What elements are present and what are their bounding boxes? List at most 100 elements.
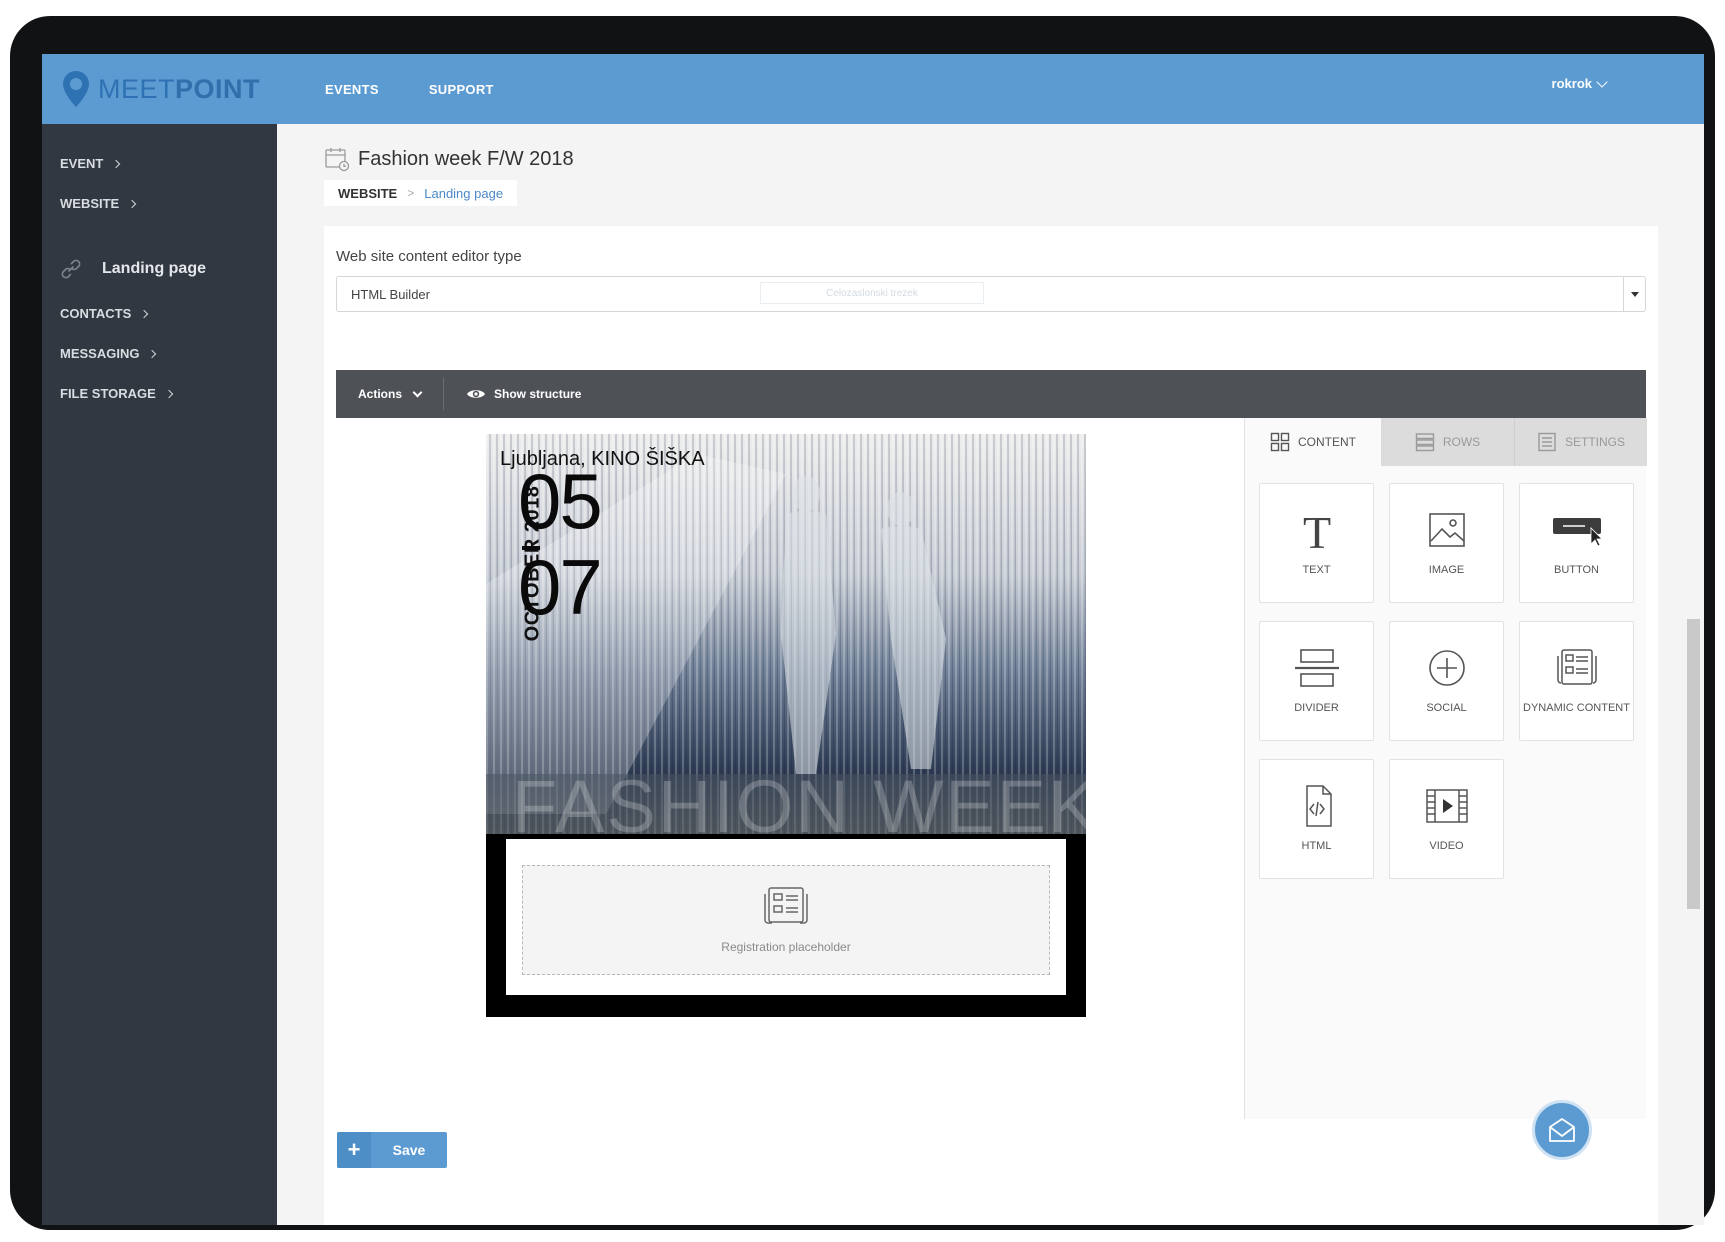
actions-label: Actions xyxy=(358,387,403,401)
dynamic-content-icon xyxy=(1556,649,1597,685)
chevron-right-icon xyxy=(112,159,121,168)
rows-icon xyxy=(1415,433,1435,452)
poster-block[interactable]: Ljubljana, KINO ŠIŠKA OCTOBER 2018 05 07… xyxy=(486,434,1086,1017)
chevron-right-icon xyxy=(140,309,149,318)
content-card: Web site content editor type HTML Builde… xyxy=(324,226,1658,1225)
block-button[interactable]: BUTTON xyxy=(1519,483,1634,603)
page-header: Fashion week F/W 2018 xyxy=(324,146,574,172)
html-file-icon xyxy=(1305,785,1332,827)
poster-overlay-text: FASHION WEEK xyxy=(512,765,1086,848)
image-icon xyxy=(1428,513,1465,547)
block-image[interactable]: IMAGE xyxy=(1389,483,1504,603)
tab-label: SETTINGS xyxy=(1564,435,1625,449)
save-button[interactable]: + Save xyxy=(337,1132,447,1168)
show-structure-button[interactable]: Show structure xyxy=(444,387,603,401)
sidebar-item-label: FILE STORAGE xyxy=(60,386,156,401)
chevron-right-icon xyxy=(127,199,137,208)
sidebar: EVENT WEBSITE Landing page CONTACTS MESS… xyxy=(42,124,277,1225)
brand-name: MEETPOINT xyxy=(98,73,261,104)
sidebar-item-label: MESSAGING xyxy=(60,346,140,361)
link-icon xyxy=(61,259,81,279)
sidebar-item-landing-page[interactable]: Landing page xyxy=(58,256,206,282)
device-frame: MEETPOINT EVENTS SUPPORT rokrok EVENT WE… xyxy=(10,16,1715,1230)
chevron-right-icon xyxy=(148,349,157,358)
social-plus-icon xyxy=(1428,650,1465,686)
poster-day-end: 07 xyxy=(518,543,603,631)
content-blocks-grid: T TEXT IMAGE BUTTON DIVIDER SOCIAL DYNAM… xyxy=(1259,483,1634,879)
user-menu[interactable]: rokrok xyxy=(1551,75,1608,91)
top-bar: MEETPOINT EVENTS SUPPORT rokrok xyxy=(42,54,1704,124)
block-social[interactable]: SOCIAL xyxy=(1389,621,1504,741)
panel-tabs: CONTENT ROWS SETTINGS xyxy=(1245,418,1647,466)
caret-down-icon xyxy=(1630,291,1639,297)
sidebar-item-event[interactable]: EVENT xyxy=(60,156,121,171)
sidebar-item-label: WEBSITE xyxy=(60,196,120,211)
ghost-label: Celozaslonski trezek xyxy=(760,282,984,304)
sidebar-item-file-storage[interactable]: FILE STORAGE xyxy=(60,386,174,401)
divider-icon xyxy=(1294,649,1339,687)
poster-day-start: 05 xyxy=(518,457,603,545)
breadcrumb: WEBSITE > Landing page xyxy=(324,180,518,206)
nav-events[interactable]: EVENTS xyxy=(325,82,379,97)
button-icon xyxy=(1552,518,1601,547)
tile-label: DIVIDER xyxy=(1294,702,1339,714)
registration-placeholder-text: Registration placeholder xyxy=(721,940,851,954)
tile-label: VIDEO xyxy=(1429,840,1464,852)
builder-canvas: Ljubljana, KINO ŠIŠKA OCTOBER 2018 05 07… xyxy=(336,418,1244,1134)
tile-label: BUTTON xyxy=(1553,564,1600,576)
eye-icon xyxy=(467,390,486,398)
page-scrollbar[interactable] xyxy=(1687,619,1700,909)
tile-label: HTML xyxy=(1301,840,1332,852)
tile-label: TEXT xyxy=(1302,564,1331,576)
tab-label: ROWS xyxy=(1442,435,1481,449)
dropdown-toggle[interactable] xyxy=(1623,277,1645,311)
tile-label: SOCIAL xyxy=(1426,702,1467,714)
editor-type-label: Web site content editor type xyxy=(336,248,522,265)
breadcrumb-landing-page[interactable]: Landing page xyxy=(424,186,503,201)
sidebar-item-label: Landing page xyxy=(102,260,206,277)
tab-settings[interactable]: SETTINGS xyxy=(1515,418,1647,466)
tab-rows[interactable]: ROWS xyxy=(1381,418,1515,466)
svg-text:T: T xyxy=(1302,507,1330,554)
save-label: Save xyxy=(392,1142,426,1158)
sidebar-item-website[interactable]: WEBSITE xyxy=(60,196,137,211)
chevron-down-icon xyxy=(412,387,423,397)
editor-type-select[interactable]: HTML Builder Celozaslonski trezek xyxy=(336,276,1646,312)
block-text[interactable]: T TEXT xyxy=(1259,483,1374,603)
sidebar-item-label: CONTACTS xyxy=(60,306,132,321)
block-video[interactable]: VIDEO xyxy=(1389,759,1504,879)
builder-toolbar: Actions Show structure xyxy=(336,370,1646,418)
dynamic-content-icon xyxy=(764,887,808,924)
breadcrumb-website[interactable]: WEBSITE xyxy=(338,186,397,201)
settings-list-icon xyxy=(1538,432,1556,452)
app-screen: MEETPOINT EVENTS SUPPORT rokrok EVENT WE… xyxy=(42,54,1704,1225)
calendar-icon xyxy=(325,148,350,172)
block-html[interactable]: HTML xyxy=(1259,759,1374,879)
sidebar-item-contacts[interactable]: CONTACTS xyxy=(60,306,149,321)
tab-content[interactable]: CONTENT xyxy=(1245,418,1381,466)
sidebar-item-label: EVENT xyxy=(60,156,104,171)
builder-side-panel: CONTENT ROWS SETTINGS T TEXT IMAGE BUTTO… xyxy=(1244,418,1647,1119)
username: rokrok xyxy=(1551,76,1592,91)
actions-menu-button[interactable]: Actions xyxy=(336,378,445,410)
chevron-down-icon xyxy=(1596,75,1608,88)
show-structure-label: Show structure xyxy=(494,387,582,401)
block-dynamic-content[interactable]: DYNAMIC CONTENT xyxy=(1519,621,1634,741)
editor-type-value: HTML Builder xyxy=(351,286,430,302)
brand-logo[interactable]: MEETPOINT xyxy=(62,70,260,108)
envelope-icon xyxy=(1549,1118,1575,1142)
sidebar-item-messaging[interactable]: MESSAGING xyxy=(60,346,157,361)
breadcrumb-separator: > xyxy=(407,186,415,200)
tile-label: DYNAMIC CONTENT xyxy=(1523,702,1630,714)
grid-icon xyxy=(1270,432,1290,452)
map-pin-icon xyxy=(62,70,90,108)
registration-block[interactable]: Registration placeholder xyxy=(506,839,1066,995)
text-icon: T xyxy=(1302,507,1330,554)
registration-placeholder[interactable]: Registration placeholder xyxy=(522,865,1050,975)
page-title: Fashion week F/W 2018 xyxy=(358,147,574,170)
nav-support[interactable]: SUPPORT xyxy=(429,82,494,97)
chevron-right-icon xyxy=(164,389,174,398)
plus-icon: + xyxy=(337,1132,371,1168)
block-divider[interactable]: DIVIDER xyxy=(1259,621,1374,741)
messages-fab-button[interactable] xyxy=(1532,1100,1592,1160)
